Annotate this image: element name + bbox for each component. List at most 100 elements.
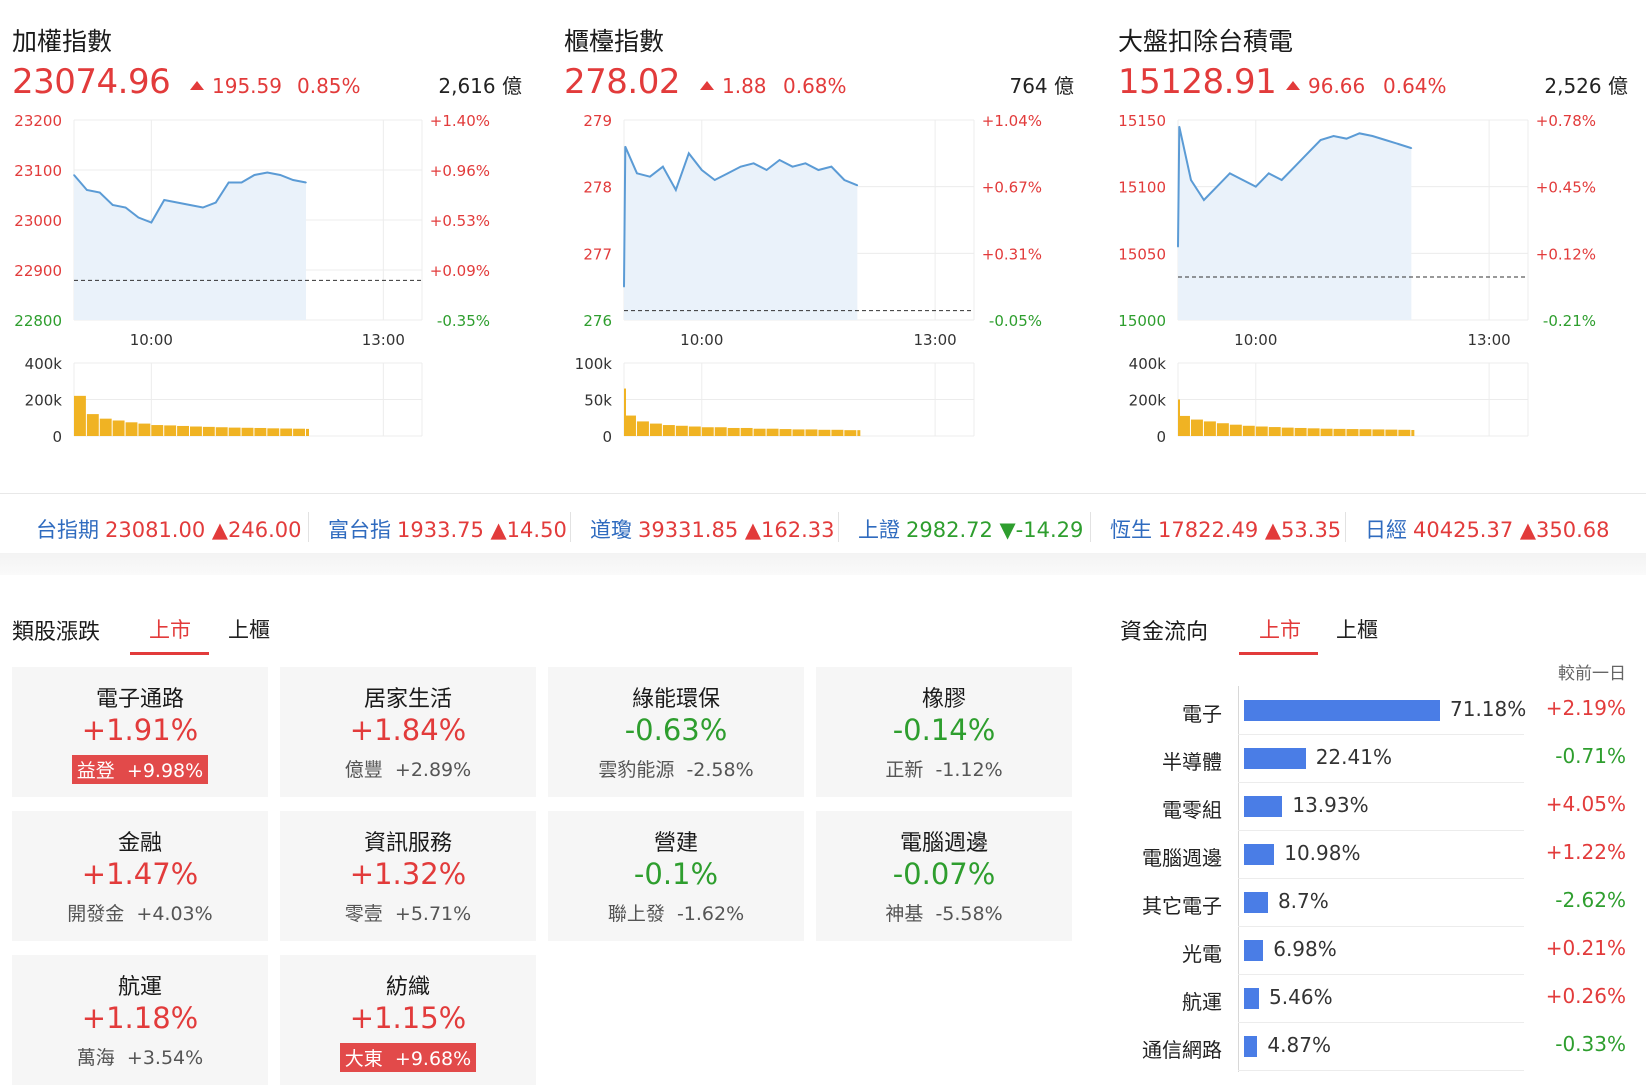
ticker-item[interactable]: 富台指 1933.75 ▲14.50 <box>328 514 567 544</box>
price-point <box>163 199 166 201</box>
fund-flow-bar <box>1244 988 1260 1009</box>
ticker-divider <box>1090 512 1091 542</box>
time-tick-label: 10:00 <box>680 331 723 349</box>
fund-flow-row-line <box>1238 734 1524 735</box>
volume-tick-label: 0 <box>1156 428 1166 446</box>
y-tick-label: 277 <box>583 245 612 263</box>
fund-flow-prev-change: +1.22% <box>1545 840 1626 864</box>
sector-card[interactable]: 電腦週邊 -0.07% 神基 -5.58% <box>816 811 1072 941</box>
fund-flow-value: 10.98% <box>1284 841 1361 865</box>
fund-flow-bar <box>1244 844 1275 865</box>
pct-tick-label: +0.78% <box>1536 112 1596 130</box>
volume-tick-label: 200k <box>25 392 63 410</box>
price-point <box>713 179 716 181</box>
volume-tick-label: 50k <box>584 392 612 410</box>
price-point <box>1267 172 1270 175</box>
fund-flow-row-line <box>1238 878 1524 879</box>
sector-card[interactable]: 綠能環保 -0.63% 雲豹能源 -2.58% <box>548 667 804 797</box>
y-tick-label: 278 <box>583 179 612 197</box>
sector-top-stock: 聯上發 -1.62% <box>607 903 745 925</box>
sector-card[interactable]: 營建 -0.1% 聯上發 -1.62% <box>548 811 804 941</box>
fund-flow-prev-change: -2.62% <box>1555 888 1626 912</box>
price-point <box>804 162 807 165</box>
price-point <box>688 152 690 155</box>
index-panel-otc[interactable]: 櫃檯指數 278.02 1.88 0.68% 764 億 279 +1.04% 27… <box>564 18 1084 478</box>
sector-top-stock: 億豐 +2.89% <box>344 759 472 781</box>
time-tick-label: 10:00 <box>130 331 173 349</box>
volume-bar <box>1372 429 1385 436</box>
price-point <box>662 165 664 168</box>
sector-card[interactable]: 居家生活 +1.84% 億豐 +2.89% <box>280 667 536 797</box>
price-point <box>266 171 269 174</box>
sector-card[interactable]: 紡織 +1.15% 大東 +9.68% <box>280 955 536 1085</box>
price-point <box>137 216 140 219</box>
fund-flow-category: 其它電子 <box>1142 894 1222 918</box>
price-point <box>765 169 768 171</box>
index-panel-ex-tsmc[interactable]: 大盤扣除台積電 15128.91 96.66 0.64% 2,526 億 151… <box>1118 18 1638 478</box>
volume-bar <box>112 420 125 436</box>
volume-tick-label: 400k <box>25 355 63 373</box>
price-point <box>624 145 627 148</box>
ticker-item[interactable]: 上證 2982.72 ▼-14.29 <box>858 514 1083 544</box>
tab-sectors-otc[interactable]: 上櫃 <box>228 614 270 644</box>
volume-bar <box>662 425 675 436</box>
sector-name: 橡膠 <box>921 687 966 712</box>
pct-tick-label: -0.35% <box>437 312 490 330</box>
fund-flow-category: 半導體 <box>1162 750 1222 774</box>
volume-tick-label: 0 <box>52 428 62 446</box>
volume-bar <box>779 429 792 436</box>
sector-change: -0.1% <box>633 857 719 891</box>
fund-flow-prev-change: -0.71% <box>1555 744 1626 768</box>
ticker-item[interactable]: 恆生 17822.49 ▲53.35 <box>1110 514 1341 544</box>
volume-bar <box>1411 429 1415 436</box>
ticker-item[interactable]: 道瓊 39331.85 ▲162.33 <box>590 514 835 544</box>
price-area <box>74 172 306 320</box>
price-point <box>675 189 677 191</box>
volume-bar <box>86 414 99 436</box>
ticker-divider <box>1345 512 1346 542</box>
ticker-item[interactable]: 日經 40425.37 ▲350.68 <box>1365 514 1610 544</box>
volume-bar <box>857 430 861 436</box>
volume-bar <box>766 428 779 436</box>
price-point <box>752 162 755 165</box>
price-point <box>1397 143 1400 145</box>
sector-card[interactable]: 資訊服務 +1.32% 零壹 +5.71% <box>280 811 536 941</box>
price-point <box>1177 245 1179 248</box>
tab-fund-flow-otc[interactable]: 上櫃 <box>1336 614 1378 644</box>
sector-card[interactable]: 電子通路 +1.91% 益登 +9.98% <box>12 667 268 797</box>
tab-fund-flow-listed[interactable]: 上市 <box>1259 614 1301 644</box>
ticker-item[interactable]: 台指期 23081.00 ▲246.00 <box>36 514 302 544</box>
sector-name: 資訊服務 <box>363 831 452 856</box>
fund-flow-value: 5.46% <box>1269 985 1333 1009</box>
tab-sectors-listed[interactable]: 上市 <box>149 614 191 644</box>
price-point <box>700 169 703 171</box>
ticker-divider <box>838 512 839 542</box>
ticker-divider <box>570 512 571 542</box>
time-tick-label: 10:00 <box>1234 331 1277 349</box>
price-point <box>227 181 230 184</box>
y-tick-label: 276 <box>583 312 612 330</box>
volume-bar <box>254 427 267 436</box>
sector-top-stock: 零壹 +5.71% <box>344 903 472 925</box>
sector-card[interactable]: 金融 +1.47% 開發金 +4.03% <box>12 811 268 941</box>
sector-top-stock: 雲豹能源 -2.58% <box>598 759 754 781</box>
pct-tick-label: +1.04% <box>982 112 1042 130</box>
price-point <box>1319 139 1322 141</box>
sector-name: 綠能環保 <box>631 687 720 712</box>
index-panel-taiex[interactable]: 加權指數 23074.96 195.59 0.85% 2,616 億 23200… <box>12 18 532 478</box>
fund-flow-prev-change: +4.05% <box>1545 792 1626 816</box>
price-point <box>1254 185 1257 188</box>
volume-bar <box>1359 429 1372 436</box>
price-point <box>202 206 204 209</box>
fund-flow-value: 71.18% <box>1450 697 1527 721</box>
pct-tick-label: +0.53% <box>430 212 490 230</box>
fund-flow-bar <box>1244 700 1440 721</box>
volume-bar <box>267 428 280 436</box>
sector-card[interactable]: 航運 +1.18% 萬海 +3.54% <box>12 955 268 1085</box>
fund-flow-row-line <box>1238 1070 1524 1071</box>
sector-card[interactable]: 橡膠 -0.14% 正新 -1.12% <box>816 667 1072 797</box>
price-point <box>305 181 307 184</box>
price-point <box>189 204 191 206</box>
tab-active-indicator <box>1239 652 1318 655</box>
volume-bar <box>792 429 805 436</box>
